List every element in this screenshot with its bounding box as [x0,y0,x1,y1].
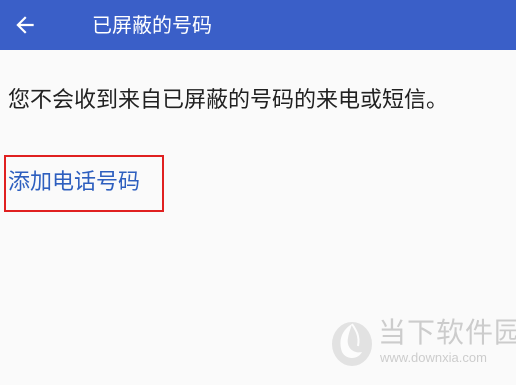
arrow-left-icon [16,16,34,34]
page-title: 已屏蔽的号码 [92,13,212,37]
watermark-url: www.downxia.com [380,350,487,365]
downxia-logo-icon [332,322,372,366]
blocked-info-text: 您不会收到来自已屏蔽的号码的来电或短信。 [8,88,449,113]
back-button[interactable] [0,0,50,50]
watermark: 当下软件园 www.downxia.com [330,314,516,372]
add-phone-number-link[interactable]: 添加电话号码 [8,168,140,198]
watermark-name: 当下软件园 [378,316,516,349]
app-bar: 已屏蔽的号码 [0,0,516,50]
